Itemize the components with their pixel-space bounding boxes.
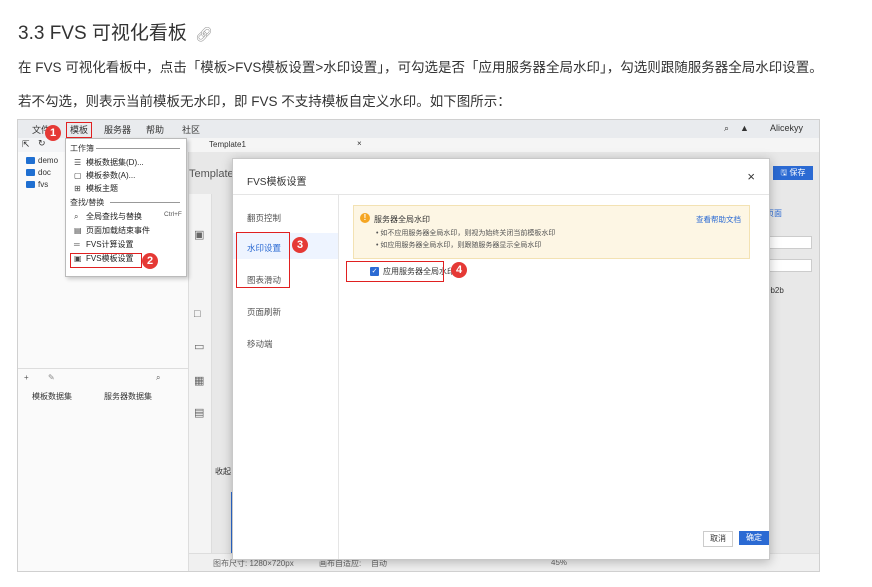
widget-bar: ▣ □ ▭ ▦ ▤	[189, 194, 212, 571]
edit-icon[interactable]: ✎	[48, 373, 55, 382]
fvs-template-settings-dialog: FVS模板设置 × 翻页控制 水印设置 图表滑动 页面刷新 移动端 ! 服务器全…	[232, 158, 770, 560]
app-menubar: 文件 模板 服务器 帮助 社区 ⌕ ▲ Alicekyy	[18, 120, 819, 139]
notice-line: • 如不应用服务器全局水印，则视为始终关闭当前模板水印	[376, 230, 556, 237]
add-icon[interactable]: +	[24, 373, 29, 382]
menu-section-workbook: 工作簿	[70, 144, 94, 153]
tab-template1[interactable]: Template1	[209, 140, 246, 149]
nav-mobile[interactable]: 移动端	[247, 338, 273, 350]
menu-item-theme[interactable]: ⊞ 模板主题	[74, 183, 118, 194]
link-icon[interactable]: 🔗︎	[195, 26, 213, 42]
menu-item-params[interactable]: ▢ 模板参数(A)...	[74, 170, 135, 181]
step-marker-1: 1	[45, 125, 61, 141]
close-icon[interactable]: ×	[357, 139, 362, 148]
menu-section-find: 查找/替换	[70, 198, 105, 207]
widget-icon[interactable]: ▣	[194, 228, 204, 241]
widget-icon[interactable]: ▤	[194, 406, 204, 419]
highlight-box-3	[236, 232, 290, 288]
tree-item[interactable]: doc	[26, 168, 51, 177]
param-icon: ▢	[74, 171, 82, 180]
menu-help[interactable]: 帮助	[146, 123, 164, 136]
notice-title: 服务器全局水印	[374, 215, 430, 224]
tab-server-dataset[interactable]: 服务器数据集	[104, 391, 152, 402]
warning-icon: !	[360, 213, 370, 223]
menu-community[interactable]: 社区	[182, 123, 200, 136]
nav-page-refresh[interactable]: 页面刷新	[247, 306, 281, 318]
help-doc-link[interactable]: 查看帮助文档	[696, 214, 741, 225]
prop-select[interactable]	[766, 259, 812, 272]
database-icon: ☰	[74, 158, 82, 167]
widget-icon[interactable]: ▭	[194, 340, 204, 353]
highlight-box-2	[70, 253, 142, 268]
folder-icon	[26, 181, 35, 189]
highlight-box-1	[66, 122, 92, 138]
menu-item-load-event[interactable]: ▤ 页面加载结束事件	[74, 225, 150, 236]
menu-item-fvs-calc[interactable]: ═ FVS计算设置	[74, 239, 134, 250]
divider	[18, 368, 188, 369]
theme-icon: ⊞	[74, 184, 81, 193]
dialog-title: FVS模板设置	[247, 177, 307, 188]
nav-page-control[interactable]: 翻页控制	[247, 212, 281, 224]
tree-item[interactable]: fvs	[26, 180, 48, 189]
folder-icon	[26, 157, 35, 165]
cancel-button[interactable]: 取消	[703, 531, 733, 547]
step-marker-4: 4	[451, 262, 467, 278]
widget-icon[interactable]: □	[194, 308, 201, 320]
new-icon[interactable]: ⇱	[22, 139, 30, 150]
menu-item-find-replace[interactable]: ⌕ 全局查找与替换	[74, 211, 142, 222]
heading-text: 3.3 FVS 可视化看板	[18, 23, 187, 44]
shortcut-label: Ctrl+F	[164, 211, 182, 218]
watermark-notice: ! 服务器全局水印 查看帮助文档 • 如不应用服务器全局水印，则视为始终关闭当前…	[353, 205, 750, 259]
search-icon[interactable]: ⌕	[156, 373, 160, 383]
step-marker-3: 3	[292, 237, 308, 253]
tab-template-dataset[interactable]: 模板数据集	[32, 391, 72, 402]
highlight-box-4	[346, 261, 444, 282]
menu-item-dataset[interactable]: ☰ 模板数据集(D)...	[74, 157, 144, 168]
confirm-button[interactable]: 确定	[739, 531, 769, 545]
menu-server[interactable]: 服务器	[104, 123, 131, 136]
tree-item[interactable]: demo	[26, 156, 58, 165]
step-marker-2: 2	[142, 253, 158, 269]
calc-icon: ═	[74, 240, 80, 249]
canvas-label: Template	[189, 168, 234, 180]
search-icon: ⌕	[74, 212, 79, 221]
paragraph-1: 在 FVS 可视化看板中，点击「模板>FVS模板设置>水印设置」，可勾选是否「应…	[18, 60, 823, 75]
save-button[interactable]: 🖫︎ 保存	[773, 166, 813, 180]
close-icon[interactable]: ×	[747, 169, 755, 184]
file-tabbar: Template1 ×	[189, 138, 819, 153]
collapse-label[interactable]: 收起	[215, 466, 231, 477]
bell-icon[interactable]: ▲	[740, 123, 749, 133]
user-name[interactable]: Alicekyy	[770, 123, 803, 133]
divider	[96, 148, 180, 149]
divider	[110, 202, 180, 203]
search-icon[interactable]: ⌕	[724, 123, 729, 134]
event-icon: ▤	[74, 226, 82, 235]
section-heading: 3.3 FVS 可视化看板 🔗︎	[18, 18, 213, 45]
folder-icon	[26, 169, 35, 177]
widget-icon[interactable]: ▦	[194, 374, 204, 387]
embedded-screenshot: 文件 模板 服务器 帮助 社区 ⌕ ▲ Alicekyy Template1 ×…	[17, 119, 820, 572]
notice-line: • 如应用服务器全局水印，则跟随服务器显示全局水印	[376, 242, 542, 249]
refresh-icon[interactable]: ↻	[38, 138, 46, 149]
paragraph-2: 若不勾选，则表示当前模板无水印，即 FVS 不支持模板自定义水印。如下图所示：	[18, 94, 511, 109]
prop-input[interactable]	[766, 236, 812, 249]
